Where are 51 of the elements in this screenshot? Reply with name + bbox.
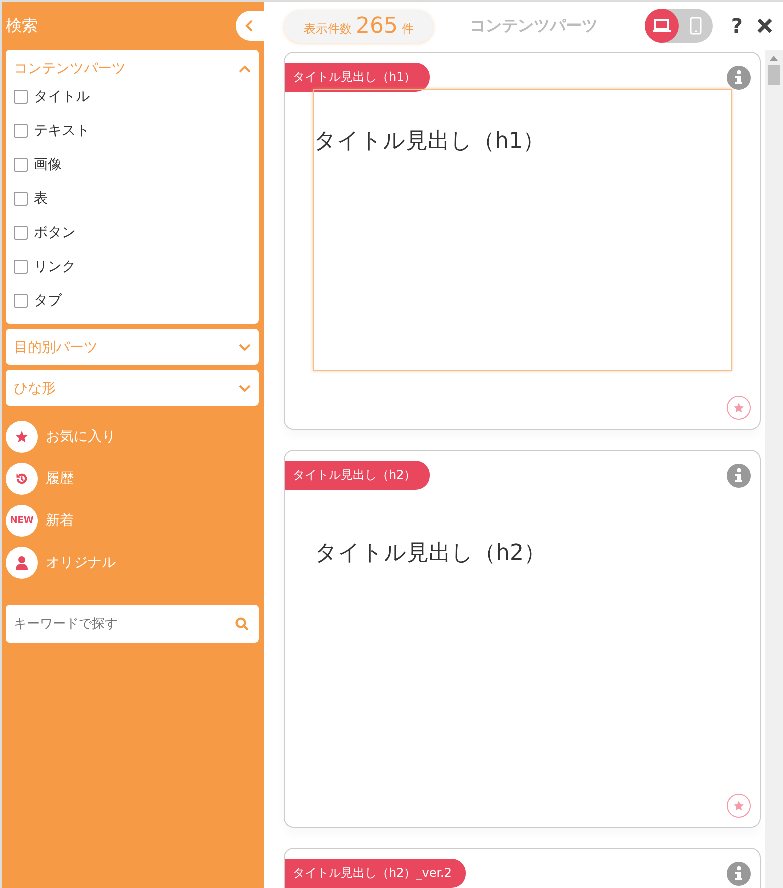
count-unit: 件: [402, 20, 414, 38]
section-header[interactable]: コンテンツパーツ: [6, 50, 259, 80]
history-icon[interactable]: [6, 463, 38, 495]
card-tag: タイトル見出し（h2）_ver.2: [285, 859, 466, 888]
part-card[interactable]: タイトル見出し（h1） タイトル見出し（h1）: [284, 52, 761, 430]
search-field[interactable]: キーワードで探す: [6, 605, 259, 643]
sidebar-title: 検索: [6, 16, 38, 36]
chevron-icon: [239, 385, 251, 393]
sidebar-link[interactable]: オリジナル: [46, 554, 116, 572]
checkbox[interactable]: [14, 226, 28, 240]
option-label: 画像: [34, 156, 62, 174]
info-icon[interactable]: [727, 862, 751, 886]
option-label: 表: [34, 190, 48, 208]
part-card[interactable]: タイトル見出し（h2） タイトル見出し（h2）: [284, 450, 761, 828]
person-icon[interactable]: [6, 547, 38, 579]
collapse-button[interactable]: [236, 11, 264, 41]
sidebar-link[interactable]: お気に入り: [46, 428, 116, 446]
checkbox[interactable]: [14, 124, 28, 138]
chevron-icon: [239, 65, 251, 73]
preview-heading: タイトル見出し（h2）: [315, 540, 546, 568]
count-value: 265: [356, 14, 398, 38]
search-icon[interactable]: [235, 617, 249, 631]
help-button[interactable]: ?: [727, 14, 747, 38]
info-icon[interactable]: [727, 66, 751, 90]
card-tag: タイトル見出し（h2）: [285, 461, 430, 490]
checkbox[interactable]: [14, 192, 28, 206]
sidebar-link[interactable]: 履歴: [46, 470, 74, 488]
checkbox[interactable]: [14, 158, 28, 172]
checkbox[interactable]: [14, 260, 28, 274]
new-badge[interactable]: NEW: [6, 505, 38, 537]
chevron-left-icon: [245, 20, 255, 32]
close-icon[interactable]: [757, 18, 773, 34]
chevron-icon: [239, 344, 251, 352]
option-label: タブ: [34, 292, 62, 310]
sidebar-link[interactable]: 新着: [46, 512, 74, 530]
section-header[interactable]: 目的別パーツ: [6, 329, 259, 359]
preview-heading: タイトル見出し（h1）: [314, 128, 545, 156]
info-icon[interactable]: [727, 464, 751, 488]
count-label: 表示件数: [304, 20, 352, 38]
option-label: テキスト: [34, 122, 90, 140]
option-label: タイトル: [34, 88, 90, 106]
part-card[interactable]: タイトル見出し（h2）_ver.2: [284, 848, 761, 888]
page-title: コンテンツパーツ: [470, 16, 599, 36]
section-header[interactable]: ひな形: [6, 370, 259, 400]
laptop-icon[interactable]: [645, 9, 680, 43]
card-tag: タイトル見出し（h1）: [285, 63, 430, 92]
checkbox[interactable]: [14, 90, 28, 104]
scrollbar[interactable]: [765, 50, 783, 888]
checkbox[interactable]: [14, 294, 28, 308]
option-label: ボタン: [34, 224, 76, 242]
option-label: リンク: [34, 258, 76, 276]
